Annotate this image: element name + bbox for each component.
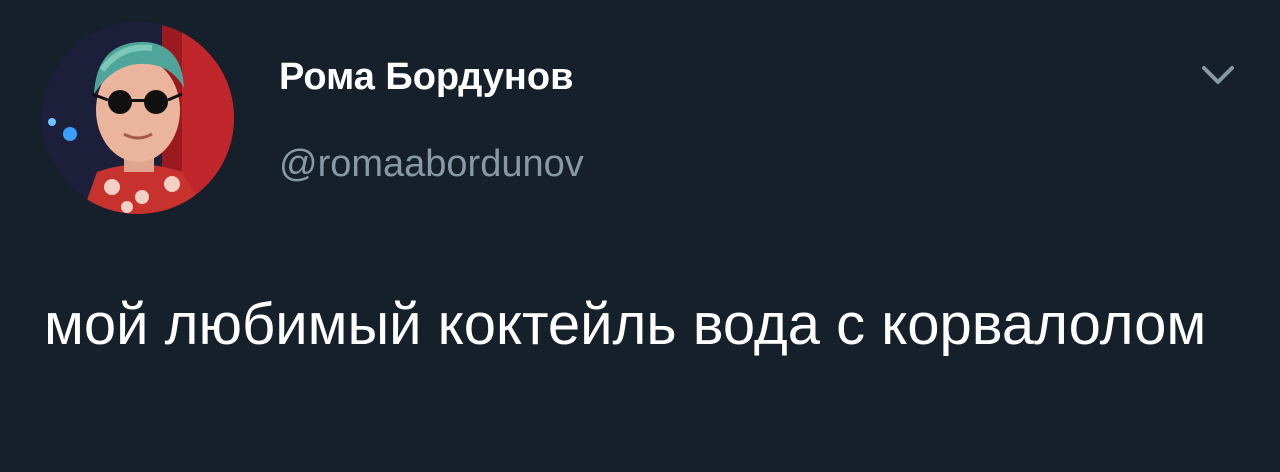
tweet-text: мой любимый коктейль вода с корвалолом bbox=[44, 292, 1207, 357]
avatar-image bbox=[42, 22, 234, 214]
avatar[interactable] bbox=[42, 22, 234, 214]
display-name[interactable]: Рома Бордунов bbox=[279, 53, 573, 101]
user-handle[interactable]: @romaabordunov bbox=[279, 140, 584, 188]
tweet-card: Рома Бордунов @romaabordunov мой любимый… bbox=[0, 0, 1280, 472]
chevron-down-icon[interactable] bbox=[1196, 56, 1240, 92]
